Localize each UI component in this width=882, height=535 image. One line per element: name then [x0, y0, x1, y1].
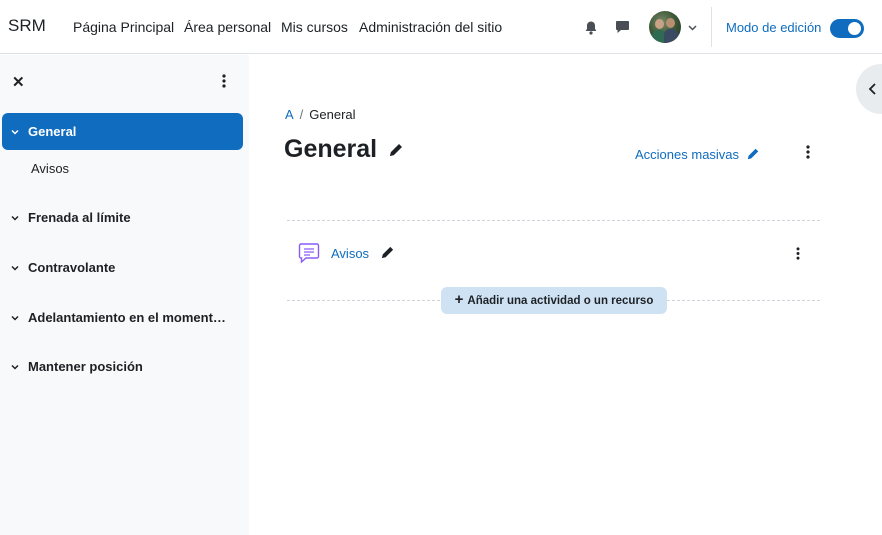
chevron-down-icon[interactable] [10, 263, 20, 273]
add-activity-button[interactable]: + Añadir una actividad o un recurso [441, 287, 667, 314]
top-navbar: SRM Página Principal Área personal Mis c… [0, 0, 882, 54]
nav-home[interactable]: Página Principal [73, 19, 174, 35]
site-brand[interactable]: SRM [8, 16, 46, 36]
close-icon[interactable]: ✕ [12, 73, 25, 91]
nav-dashboard[interactable]: Área personal [184, 19, 271, 35]
section-contravolante-label[interactable]: Contravolante [28, 260, 115, 275]
chevron-down-icon[interactable] [686, 22, 698, 34]
chevron-down-icon[interactable] [10, 313, 20, 323]
section-adelantamiento-label[interactable]: Adelantamiento en el moment… [28, 310, 226, 325]
breadcrumb: A / General [285, 107, 356, 122]
section-divider [287, 220, 820, 221]
navbar-divider [711, 7, 712, 47]
chevron-down-icon[interactable] [10, 127, 20, 137]
chevron-down-icon[interactable] [10, 213, 20, 223]
chevron-down-icon[interactable] [10, 362, 20, 372]
edit-mode-label: Modo de edición [726, 20, 822, 35]
nav-my-courses[interactable]: Mis cursos [281, 19, 348, 35]
bulk-actions-link[interactable]: Acciones masivas [635, 147, 760, 164]
section-frenada-label[interactable]: Frenada al límite [28, 210, 131, 225]
main-content: A / General General Acciones masivas Aviso… [249, 55, 882, 535]
drawer-item-avisos[interactable]: Avisos [31, 161, 69, 176]
nav-site-admin[interactable]: Administración del sitio [359, 19, 502, 35]
user-avatar[interactable] [649, 11, 681, 43]
bell-icon[interactable] [582, 18, 600, 36]
kebab-menu-icon[interactable] [796, 247, 800, 265]
kebab-menu-icon[interactable] [222, 74, 226, 93]
course-index-drawer: ✕ General Avisos Frenada al límite Contr… [0, 55, 249, 535]
toggle-knob [848, 22, 861, 35]
activity-row[interactable]: Avisos [287, 235, 820, 271]
pencil-icon[interactable] [388, 136, 404, 165]
edit-mode-toggle[interactable] [830, 19, 864, 38]
kebab-menu-icon[interactable] [806, 145, 810, 164]
plus-icon: + [454, 291, 464, 308]
pencil-icon[interactable] [380, 245, 395, 265]
bulk-actions-label: Acciones masivas [635, 147, 740, 162]
forum-icon [297, 241, 321, 270]
add-activity-label: Añadir una actividad o un recurso [467, 294, 654, 307]
pencil-icon [746, 147, 760, 164]
section-general-label[interactable]: General [28, 124, 76, 139]
chevron-left-icon [868, 83, 876, 95]
page-title: General [284, 135, 404, 165]
breadcrumb-current: General [309, 107, 356, 122]
activity-name[interactable]: Avisos [331, 246, 369, 261]
breadcrumb-separator: / [299, 107, 304, 122]
section-mantener-label[interactable]: Mantener posición [28, 359, 143, 374]
breadcrumb-course-link[interactable]: A [285, 107, 294, 122]
page-title-text: General [284, 135, 378, 163]
messages-icon[interactable] [613, 18, 631, 36]
